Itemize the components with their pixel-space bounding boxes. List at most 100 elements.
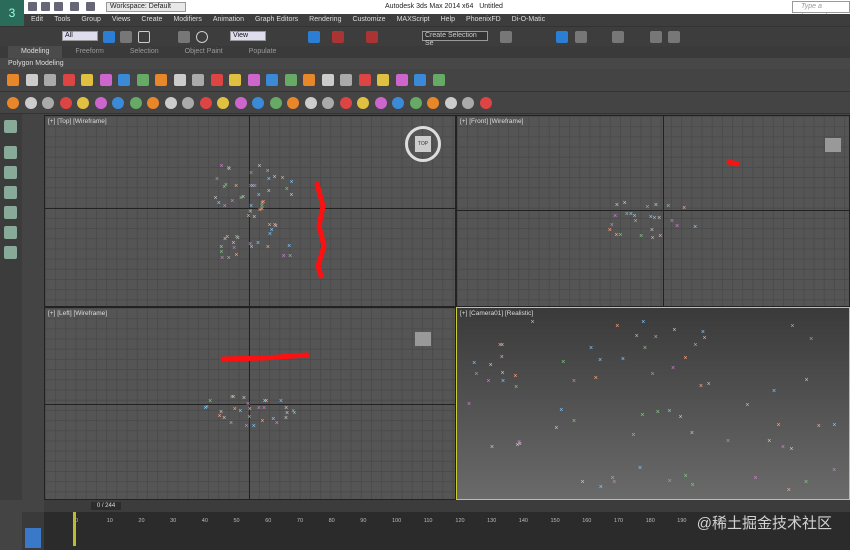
viewport-top[interactable]: [+] [Top] [Wireframe] TOP × × × × × × × × × × × × × ×… [44,115,456,307]
command-panel-icon[interactable] [4,206,17,219]
workspace-dropdown[interactable]: Workspace: Default [106,2,186,12]
search-input[interactable]: Type a keyword or [792,1,850,20]
render-icon[interactable] [650,31,662,43]
redo-icon[interactable] [86,2,95,11]
menu-graph-editors[interactable]: Graph Editors [255,14,298,26]
viewport-label[interactable]: [+] [Camera01] [Realistic] [460,310,533,317]
mirror-icon[interactable] [500,31,512,43]
menu-rendering[interactable]: Rendering [309,14,341,26]
tool-icon[interactable] [147,97,159,109]
tool-icon[interactable] [357,97,369,109]
menu-di-o-matic[interactable]: Di-O-Matic [512,14,545,26]
tool-icon[interactable] [136,74,149,86]
rotate-icon[interactable] [196,31,208,43]
tool-icon[interactable] [24,97,37,109]
command-panel-icon[interactable] [4,120,17,133]
select-object-icon[interactable] [103,31,115,43]
tool-icon[interactable] [287,97,299,109]
tool-icon[interactable] [7,97,19,109]
tool-icon[interactable] [217,97,229,109]
tool-icon[interactable] [182,97,194,109]
snap-toggle-icon[interactable] [332,31,344,43]
menu-modifiers[interactable]: Modifiers [173,14,201,26]
new-file-icon[interactable] [28,2,37,11]
tab-selection[interactable]: Selection [117,46,172,58]
tool-icon[interactable] [247,74,260,86]
tool-icon[interactable] [99,74,112,86]
tool-icon[interactable] [25,74,38,86]
command-panel-icon[interactable] [4,166,17,179]
menu-phoenixfd[interactable]: PhoenixFD [466,14,501,26]
tool-icon[interactable] [192,74,204,86]
menu-group[interactable]: Group [81,14,100,26]
tool-icon[interactable] [199,97,212,109]
undo-icon[interactable] [70,2,79,11]
menu-edit[interactable]: Edit [31,14,43,26]
percent-snap-icon[interactable] [366,31,378,43]
tool-icon[interactable] [374,97,387,109]
tab-populate[interactable]: Populate [236,46,290,58]
polygon-modeling-panel[interactable]: Polygon Modeling [0,58,850,69]
tool-icon[interactable] [94,97,107,109]
tool-icon[interactable] [304,97,317,109]
named-selection-dropdown[interactable]: Create Selection Se [422,31,488,47]
tab-freeform[interactable]: Freeform [62,46,116,58]
tool-icon[interactable] [266,74,278,86]
tab-object-paint[interactable]: Object Paint [172,46,236,58]
command-panel-icon[interactable] [4,186,17,199]
tool-icon[interactable] [129,97,142,109]
open-file-icon[interactable] [41,2,50,11]
viewport-layout-icon[interactable] [25,528,41,548]
tab-modeling[interactable]: Modeling [8,46,63,58]
tool-icon[interactable] [432,74,445,86]
menu-help[interactable]: Help [441,14,455,26]
tool-icon[interactable] [229,74,241,86]
tool-icon[interactable] [395,74,408,86]
menu-create[interactable]: Create [141,14,162,26]
tool-icon[interactable] [392,97,404,109]
viewport-front[interactable]: [+] [Front] [Wireframe] × × × × × × × × × × × × × × × ×… [456,115,850,307]
command-panel-icon[interactable] [4,146,17,159]
tool-icon[interactable] [340,74,352,86]
tool-icon[interactable] [269,97,282,109]
time-slider[interactable]: 0 / 244 [44,500,850,512]
tool-icon[interactable] [173,74,186,86]
menu-tools[interactable]: Tools [54,14,70,26]
command-panel-icon[interactable] [4,246,17,259]
menu-animation[interactable]: Animation [213,14,244,26]
app-logo-icon[interactable]: 3 [0,0,24,27]
tool-icon[interactable] [377,74,389,86]
viewport-camera[interactable]: [+] [Camera01] [Realistic] × × × × × × × × × × × × ×… [456,307,850,500]
menu-views[interactable]: Views [112,14,131,26]
tool-icon[interactable] [59,97,72,109]
tool-icon[interactable] [444,97,457,109]
command-panel-icon[interactable] [4,226,17,239]
menu-maxscript[interactable]: MAXScript [397,14,430,26]
curve-editor-icon[interactable] [575,31,587,43]
tool-icon[interactable] [210,74,223,86]
tool-icon[interactable] [462,97,474,109]
menu-customize[interactable]: Customize [352,14,385,26]
tool-icon[interactable] [42,97,54,109]
viewport-left[interactable]: [+] [Left] [Wireframe] × × × × × × × × × × × × × × × × ×… [44,307,456,500]
tool-icon[interactable] [303,74,315,86]
tool-icon[interactable] [81,74,93,86]
frame-indicator[interactable]: 0 / 244 [91,502,121,510]
select-by-name-icon[interactable] [120,31,132,43]
tool-icon[interactable] [414,74,426,86]
time-cursor[interactable] [73,512,76,546]
pivot-icon[interactable] [308,31,320,43]
tool-icon[interactable] [322,97,334,109]
tool-icon[interactable] [62,74,75,86]
tool-icon[interactable] [164,97,177,109]
reference-coord-dropdown[interactable]: View [230,31,266,41]
tool-icon[interactable] [358,74,371,86]
tool-icon[interactable] [7,74,19,86]
tool-icon[interactable] [234,97,247,109]
tool-icon[interactable] [252,97,264,109]
tool-icon[interactable] [155,74,167,86]
tool-icon[interactable] [339,97,352,109]
tool-icon[interactable] [427,97,439,109]
tool-icon[interactable] [321,74,334,86]
render-teapot-icon[interactable] [668,31,680,43]
